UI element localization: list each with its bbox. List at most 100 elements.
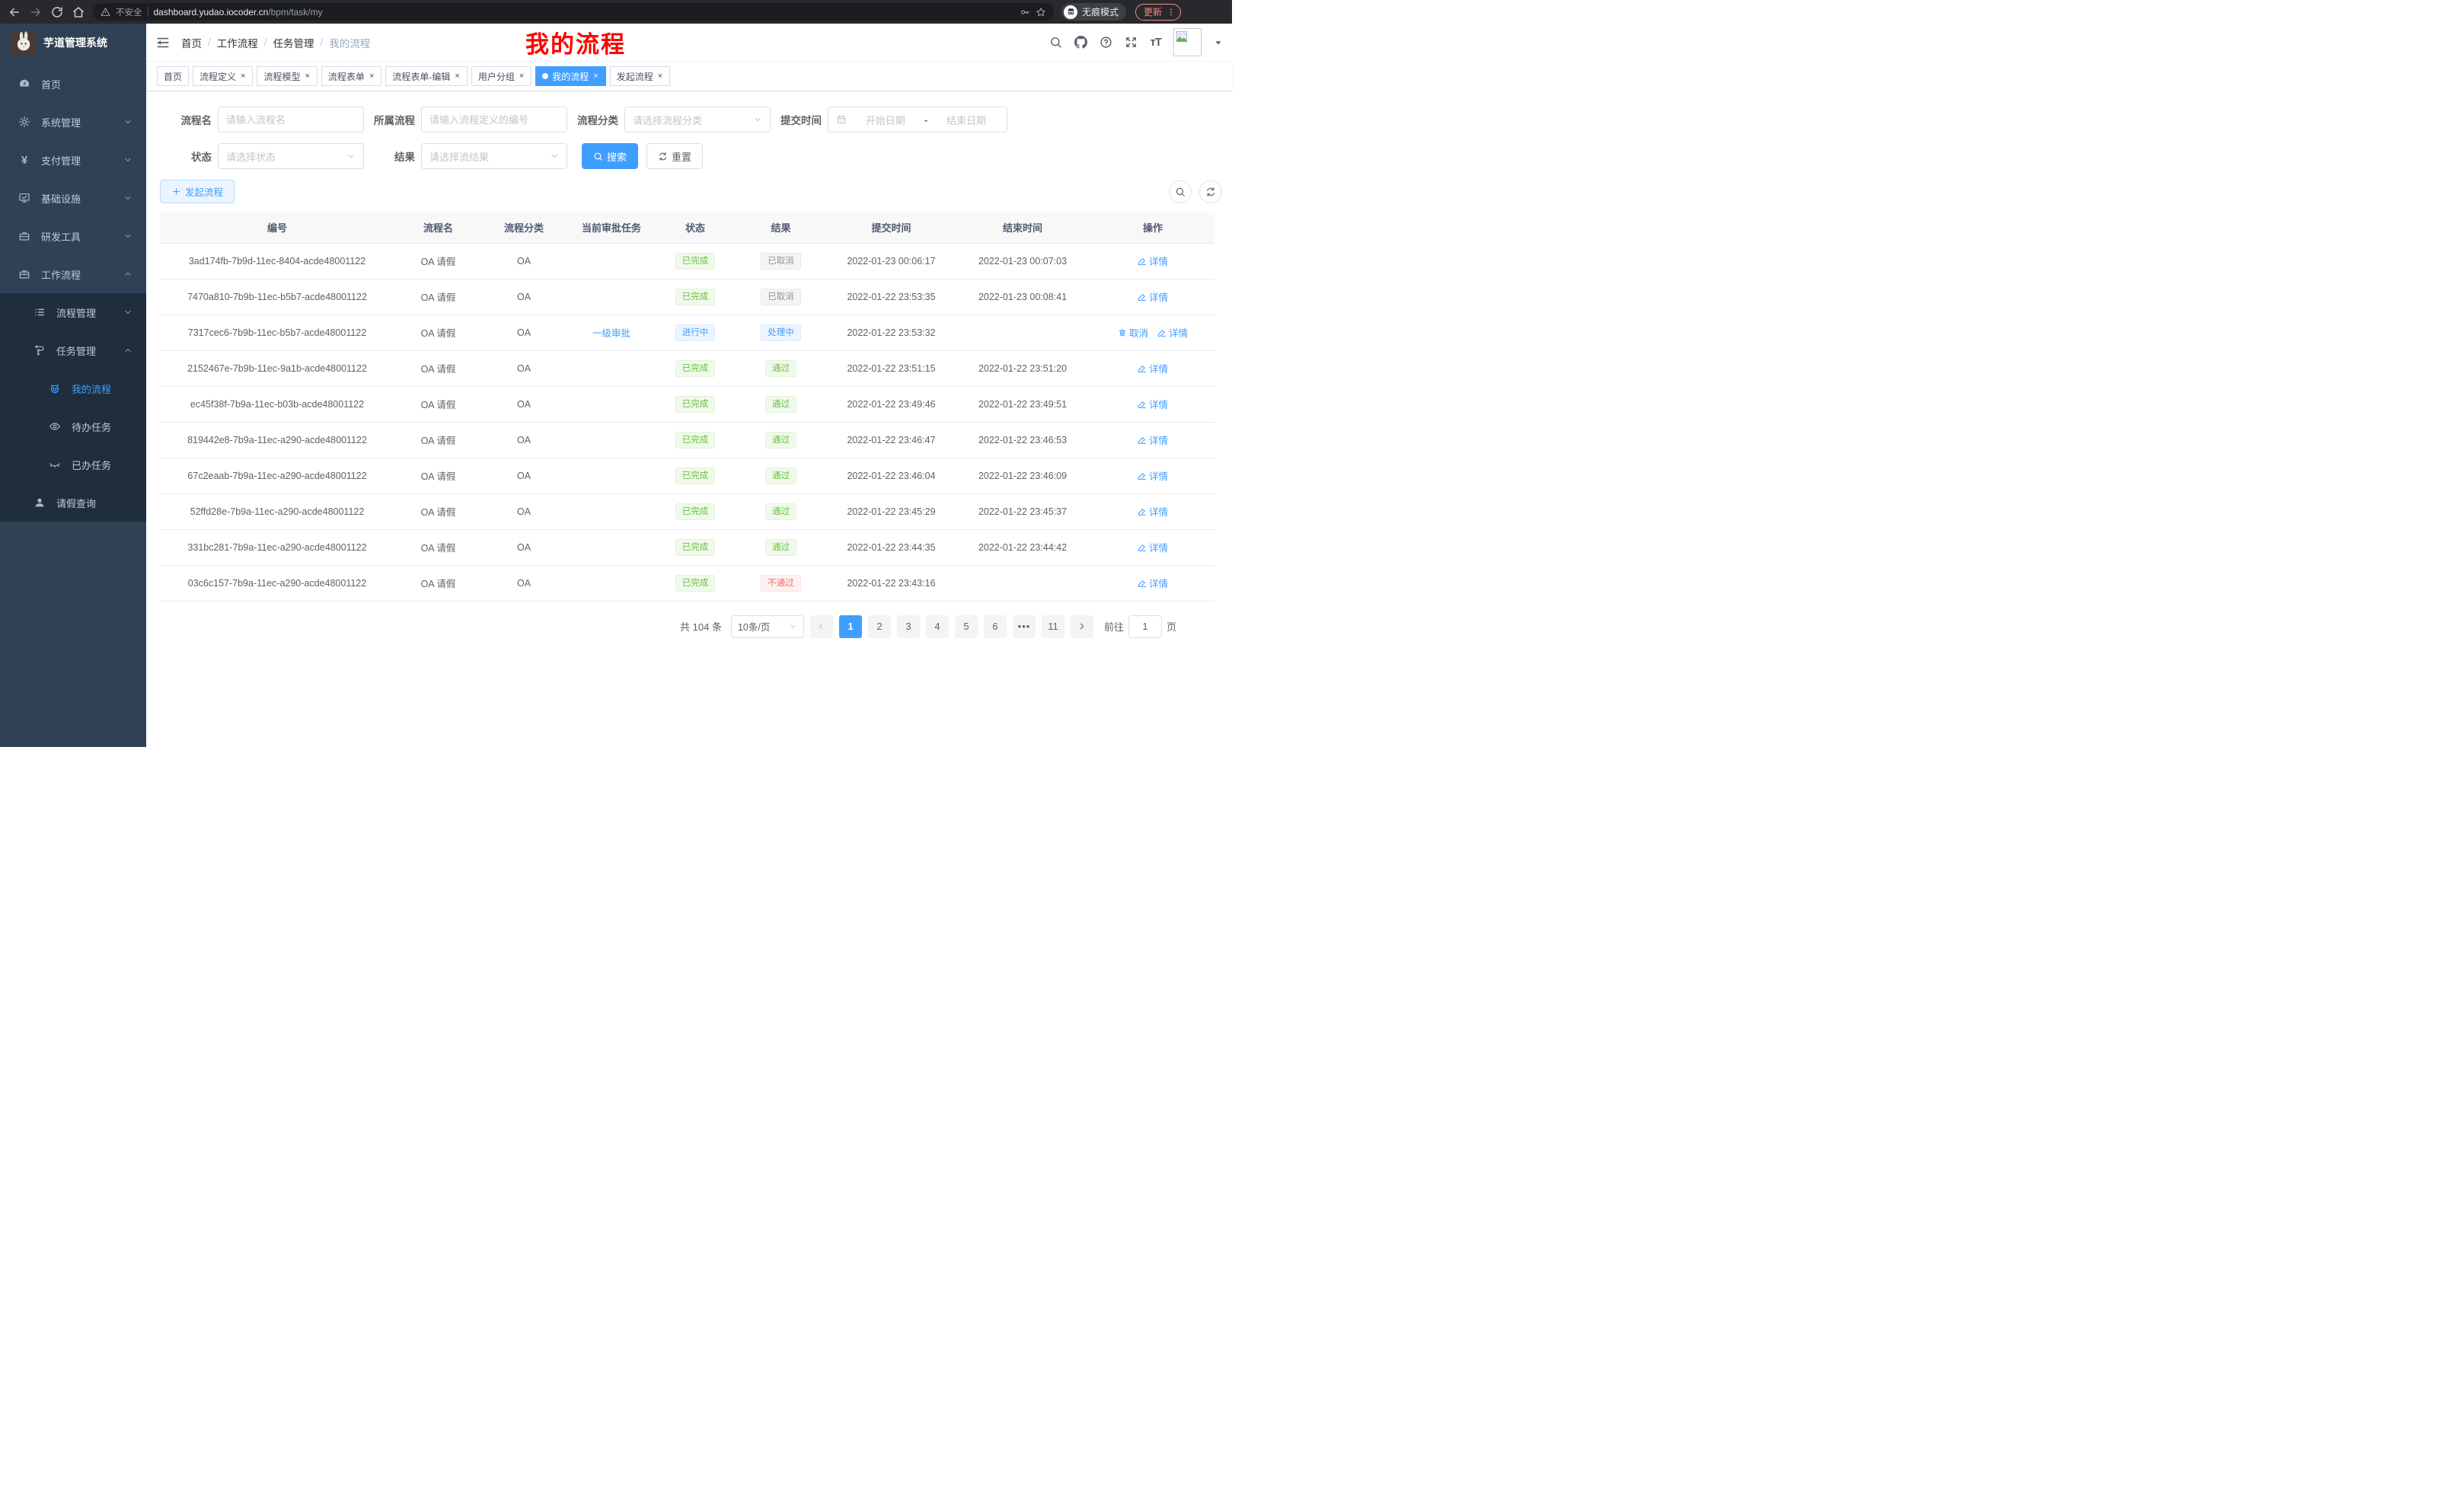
reset-button[interactable]: 重置 (646, 143, 703, 169)
page-size-select[interactable]: 10条/页 (731, 615, 804, 638)
caret-down-icon[interactable] (1214, 38, 1223, 47)
detail-action[interactable]: 详情 (1138, 468, 1168, 483)
sidebar-item[interactable]: 我的流程 (0, 369, 146, 407)
search-icon[interactable] (1049, 36, 1062, 49)
task-link[interactable]: 一级审批 (592, 325, 630, 340)
avatar[interactable] (1173, 28, 1202, 56)
tab-item[interactable]: 流程表单× (321, 66, 381, 86)
edit-icon (1138, 543, 1147, 552)
bookmark-star-icon[interactable] (1036, 7, 1046, 18)
sidebar-item[interactable]: 首页 (0, 65, 146, 103)
status-badge: 已完成 (675, 360, 716, 377)
cell-end-time (954, 565, 1091, 601)
page-button[interactable]: 2 (868, 615, 891, 638)
cell-task: 一级审批 (566, 314, 657, 350)
close-icon[interactable]: × (592, 72, 598, 81)
close-icon[interactable]: × (657, 72, 663, 81)
sidebar-item[interactable]: 工作流程 (0, 255, 146, 293)
cell-end-time: 2022-01-22 23:51:20 (954, 350, 1091, 386)
page-ellipsis[interactable]: ••• (1013, 615, 1036, 638)
detail-action[interactable]: 详情 (1138, 361, 1168, 375)
breadcrumb-item[interactable]: 工作流程 (217, 35, 258, 50)
github-icon[interactable] (1074, 36, 1087, 49)
detail-action[interactable]: 详情 (1138, 397, 1168, 411)
detail-action[interactable]: 详情 (1138, 540, 1168, 554)
browser-forward-icon[interactable] (29, 5, 43, 19)
breadcrumb-item[interactable]: 首页 (181, 35, 202, 50)
detail-action[interactable]: 详情 (1138, 289, 1168, 304)
sidebar-item[interactable]: 请假查询 (0, 484, 146, 522)
tab-item[interactable]: 用户分组× (471, 66, 531, 86)
update-button[interactable]: 更新 (1135, 4, 1181, 21)
tab-item[interactable]: 发起流程× (610, 66, 670, 86)
detail-action[interactable]: 详情 (1138, 433, 1168, 447)
close-icon[interactable]: × (369, 72, 375, 81)
cell-status: 已完成 (657, 422, 733, 458)
page-button[interactable]: 4 (926, 615, 949, 638)
cell-task (566, 350, 657, 386)
browser-reload-icon[interactable] (50, 5, 64, 19)
page-button[interactable]: 5 (955, 615, 978, 638)
tab-item[interactable]: 流程定义× (193, 66, 253, 86)
detail-action[interactable]: 详情 (1138, 504, 1168, 519)
status-label: 状态 (169, 148, 212, 164)
submit-time-range-picker[interactable]: 开始日期 - 结束日期 (828, 107, 1007, 132)
detail-action[interactable]: 详情 (1138, 576, 1168, 590)
sidebar-item[interactable]: ¥支付管理 (0, 141, 146, 179)
search-button[interactable]: 搜索 (582, 143, 638, 169)
page-button[interactable]: 3 (897, 615, 920, 638)
close-icon[interactable]: × (304, 72, 310, 81)
hamburger-icon[interactable] (155, 35, 171, 50)
next-page-button[interactable] (1071, 615, 1093, 638)
show-search-button[interactable] (1169, 180, 1192, 203)
refresh-table-button[interactable] (1199, 180, 1222, 203)
process-name-input[interactable] (226, 114, 356, 126)
address-bar[interactable]: 不安全 dashboard.yudao.iocoder.cn/bpm/task/… (93, 3, 1054, 21)
close-icon[interactable]: × (240, 72, 246, 81)
page-button[interactable]: 6 (984, 615, 1007, 638)
close-icon[interactable]: × (454, 72, 460, 81)
sidebar-item[interactable]: 基础设施 (0, 179, 146, 217)
sidebar-item[interactable]: 任务管理 (0, 331, 146, 369)
fullscreen-icon[interactable] (1125, 36, 1138, 49)
close-icon[interactable]: × (519, 72, 525, 81)
goto-page-input[interactable] (1128, 615, 1162, 638)
sidebar-item[interactable]: 系统管理 (0, 103, 146, 141)
detail-action[interactable]: 详情 (1157, 325, 1188, 340)
sidebar-item[interactable]: 研发工具 (0, 217, 146, 255)
cell-result: 通过 (733, 493, 828, 529)
password-key-icon[interactable] (1020, 7, 1030, 18)
tab-active[interactable]: 我的流程× (535, 66, 605, 86)
url-text: dashboard.yudao.iocoder.cn/bpm/task/my (154, 7, 1015, 18)
breadcrumb-separator: / (264, 37, 267, 48)
status-badge: 已完成 (675, 253, 716, 270)
tab-item[interactable]: 流程表单-编辑 × (385, 66, 467, 86)
result-badge: 通过 (765, 539, 796, 556)
tab-item[interactable]: 流程模型× (257, 66, 317, 86)
result-select[interactable]: 请选择流结果 (421, 143, 567, 169)
browser-home-icon[interactable] (72, 5, 85, 19)
category-select[interactable]: 请选择流程分类 (624, 107, 771, 132)
font-size-icon[interactable]: тT (1150, 36, 1161, 49)
table-toolbar: 发起流程 (160, 180, 1221, 203)
cancel-action[interactable]: 取消 (1118, 325, 1148, 340)
cell-actions: 详情 (1091, 458, 1214, 493)
sidebar: 芋道管理系统 首页系统管理¥支付管理基础设施研发工具工作流程流程管理任务管理我的… (0, 24, 146, 747)
result-badge: 通过 (765, 432, 796, 449)
help-icon[interactable] (1100, 36, 1112, 49)
create-process-button[interactable]: 发起流程 (160, 180, 235, 203)
tab-item[interactable]: 首页 (157, 66, 189, 86)
sidebar-item[interactable]: 已办任务 (0, 445, 146, 484)
browser-back-icon[interactable] (8, 5, 21, 19)
refresh-icon (658, 152, 668, 161)
breadcrumb-item[interactable]: 任务管理 (273, 35, 314, 50)
status-select[interactable]: 请选择状态 (218, 143, 364, 169)
page-button[interactable]: 1 (839, 615, 862, 638)
detail-action[interactable]: 详情 (1138, 254, 1168, 268)
prev-page-button[interactable] (810, 615, 833, 638)
process-definition-input[interactable] (429, 114, 559, 126)
sidebar-item[interactable]: 待办任务 (0, 407, 146, 445)
page-button[interactable]: 11 (1042, 615, 1064, 638)
sidebar-item[interactable]: 流程管理 (0, 293, 146, 331)
tab-label: 流程表单-编辑 (392, 70, 450, 83)
